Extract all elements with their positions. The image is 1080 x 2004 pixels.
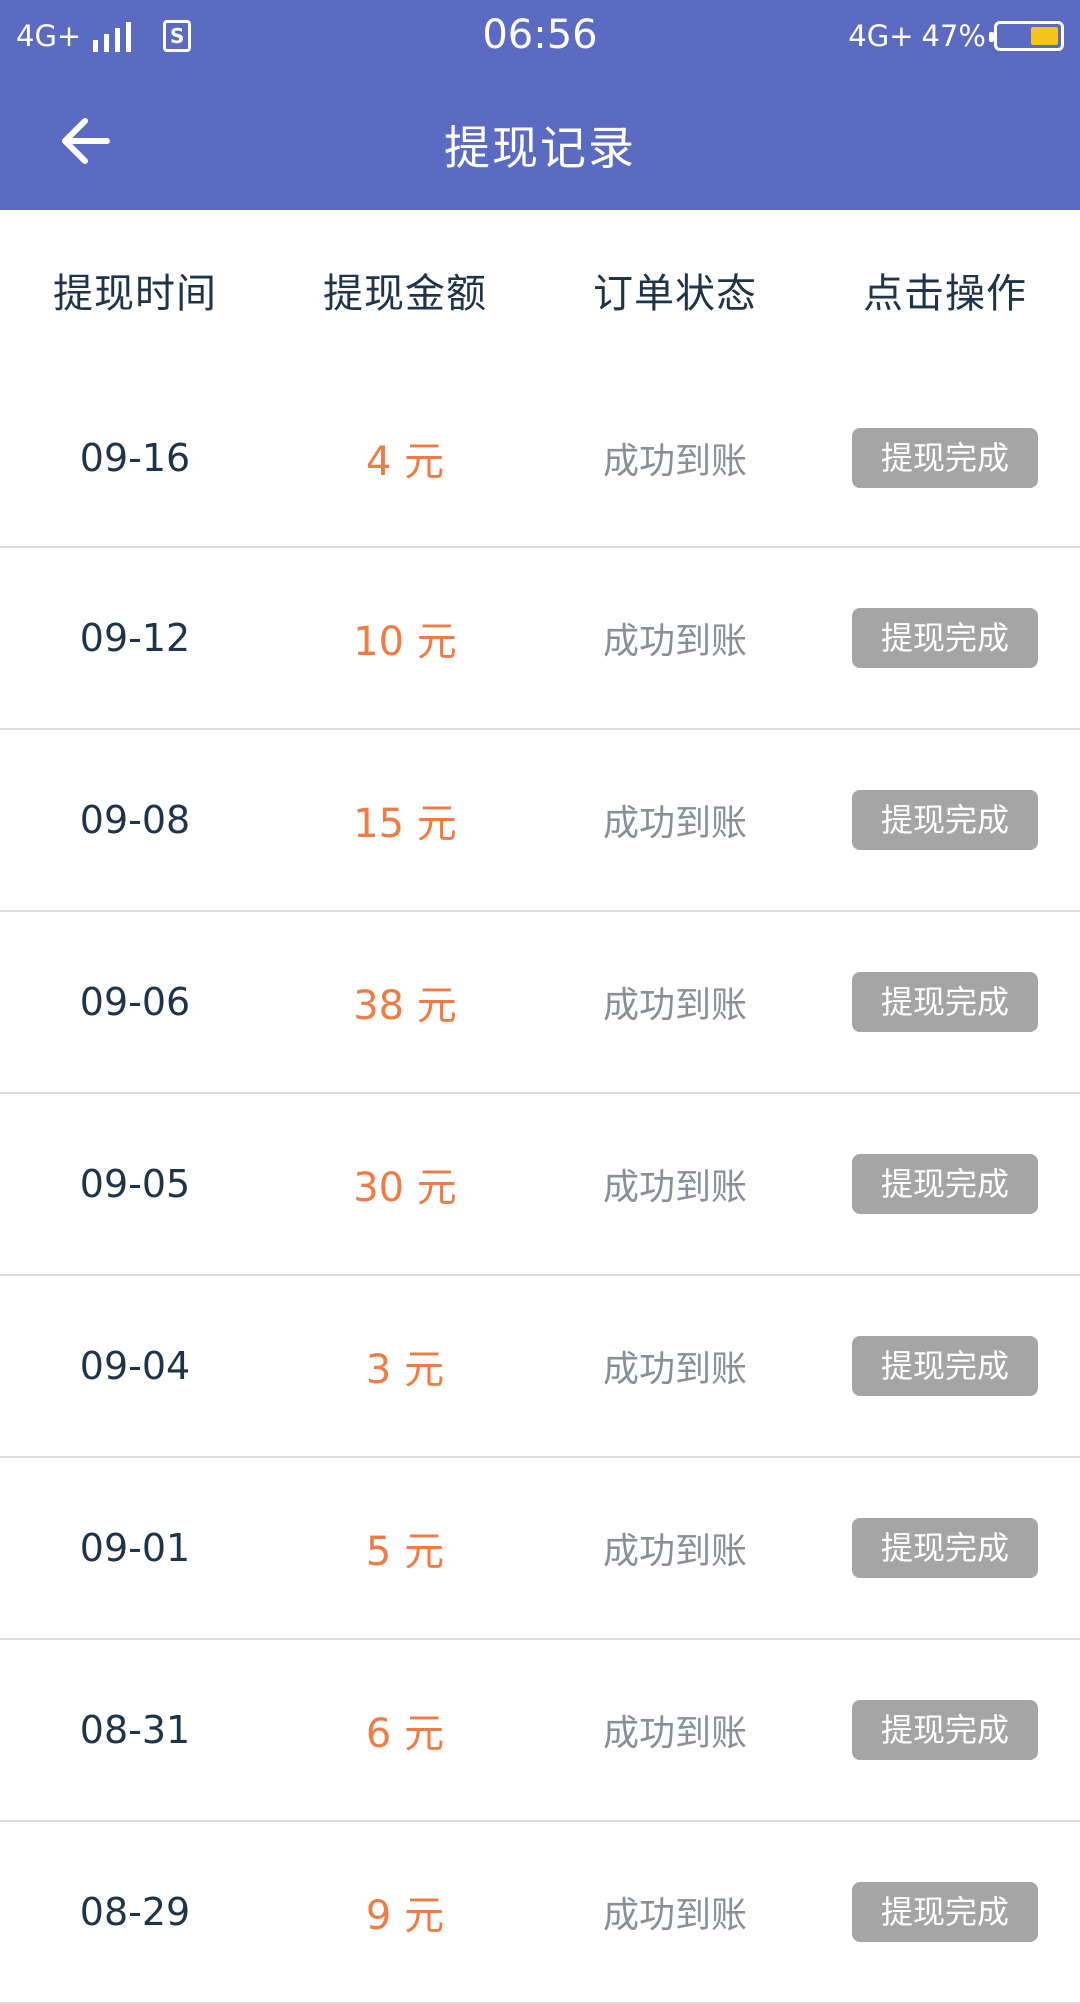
withdraw-amount: 9 元 — [365, 1893, 445, 1939]
withdraw-date: 09-05 — [79, 1162, 191, 1206]
page-title: 提现记录 — [444, 121, 636, 175]
action-cell: 提现完成 — [810, 1336, 1080, 1396]
withdraw-complete-button[interactable]: 提现完成 — [852, 608, 1038, 668]
order-status: 成功到账 — [602, 985, 747, 1026]
withdraw-date: 08-29 — [79, 1890, 191, 1934]
action-cell: 提现完成 — [810, 972, 1080, 1032]
withdraw-date: 09-12 — [79, 616, 191, 660]
action-cell: 提现完成 — [810, 1154, 1080, 1214]
action-cell: 提现完成 — [810, 428, 1080, 488]
withdraw-date: 09-06 — [79, 980, 191, 1024]
table-row: 09-01 5 元 成功到账 提现完成 — [0, 1458, 1080, 1640]
battery-icon — [989, 21, 1064, 51]
withdraw-date: 09-16 — [79, 436, 191, 480]
withdraw-complete-button[interactable]: 提现完成 — [852, 1336, 1038, 1396]
withdraw-amount: 5 元 — [365, 1529, 445, 1575]
withdraw-complete-button[interactable]: 提现完成 — [852, 428, 1038, 488]
order-status: 成功到账 — [602, 441, 747, 482]
order-status: 成功到账 — [602, 1895, 747, 1936]
table-row: 09-06 38 元 成功到账 提现完成 — [0, 912, 1080, 1094]
status-right: 4G+ 47% — [848, 14, 1064, 58]
withdraw-complete-button[interactable]: 提现完成 — [852, 790, 1038, 850]
withdraw-amount: 3 元 — [365, 1347, 445, 1393]
withdraw-date: 08-31 — [79, 1708, 191, 1752]
table-row: 08-29 9 元 成功到账 提现完成 — [0, 1822, 1080, 2004]
action-cell: 提现完成 — [810, 1882, 1080, 1942]
header-action: 点击操作 — [863, 271, 1027, 317]
order-status: 成功到账 — [602, 803, 747, 844]
withdraw-amount: 30 元 — [353, 1165, 457, 1211]
table-row: 09-04 3 元 成功到账 提现完成 — [0, 1276, 1080, 1458]
withdraw-amount: 38 元 — [353, 983, 457, 1029]
table-row: 09-05 30 元 成功到账 提现完成 — [0, 1094, 1080, 1276]
order-status: 成功到账 — [602, 621, 747, 662]
withdraw-amount: 10 元 — [353, 619, 457, 665]
table-header: 提现时间 提现金额 订单状态 点击操作 — [0, 210, 1080, 370]
action-cell: 提现完成 — [810, 608, 1080, 668]
order-status: 成功到账 — [602, 1349, 747, 1390]
action-cell: 提现完成 — [810, 790, 1080, 850]
action-cell: 提现完成 — [810, 1518, 1080, 1578]
withdraw-complete-button[interactable]: 提现完成 — [852, 972, 1038, 1032]
withdraw-amount: 4 元 — [365, 439, 445, 485]
withdraw-complete-button[interactable]: 提现完成 — [852, 1154, 1038, 1214]
table-row: 09-12 10 元 成功到账 提现完成 — [0, 548, 1080, 730]
withdraw-complete-button[interactable]: 提现完成 — [852, 1700, 1038, 1760]
order-status: 成功到账 — [602, 1713, 747, 1754]
header-withdraw-time: 提现时间 — [53, 271, 217, 317]
withdraw-date: 09-04 — [79, 1344, 191, 1388]
withdraw-amount: 15 元 — [353, 801, 457, 847]
header-withdraw-amount: 提现金额 — [323, 271, 487, 317]
table-row: 09-16 4 元 成功到账 提现完成 — [0, 370, 1080, 548]
battery-percent: 47% — [921, 19, 986, 53]
table-row: 08-31 6 元 成功到账 提现完成 — [0, 1640, 1080, 1822]
withdraw-amount: 6 元 — [365, 1711, 445, 1757]
withdraw-record-list: 09-16 4 元成功到账 提现完成 09-12 10 元成功到账 提现完成 09-08 15… — [0, 370, 1080, 2004]
header-order-status: 订单状态 — [593, 271, 757, 317]
order-status: 成功到账 — [602, 1167, 747, 1208]
withdraw-date: 09-08 — [79, 798, 191, 842]
status-bar: 4G+ S 06:56 4G+ 47% — [0, 0, 1080, 72]
table-row: 09-08 15 元 成功到账 提现完成 — [0, 730, 1080, 912]
action-cell: 提现完成 — [810, 1700, 1080, 1760]
order-status: 成功到账 — [602, 1531, 747, 1572]
navigation-bar: 提现记录 — [0, 72, 1080, 210]
withdraw-complete-button[interactable]: 提现完成 — [852, 1882, 1038, 1942]
withdraw-date: 09-01 — [79, 1526, 191, 1570]
network-type-label-right: 4G+ — [848, 19, 914, 53]
withdraw-complete-button[interactable]: 提现完成 — [852, 1518, 1038, 1578]
